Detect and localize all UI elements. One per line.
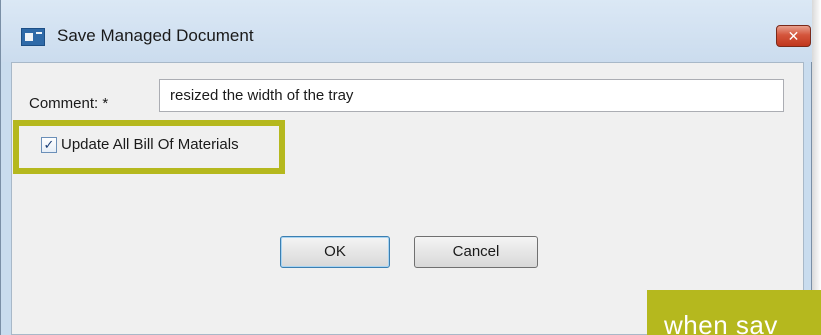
caption-banner: when sav — [647, 290, 821, 335]
comment-label: Comment: * — [29, 95, 109, 112]
application-window-icon — [21, 28, 45, 46]
update-bom-label[interactable]: Update All Bill Of Materials — [61, 136, 239, 153]
save-managed-document-dialog: Save Managed Document ✕ Comment: * resiz… — [0, 0, 812, 335]
title-bar[interactable]: Save Managed Document ✕ — [1, 0, 812, 62]
window-shadow — [812, 0, 821, 335]
comment-input[interactable]: resized the width of the tray — [159, 79, 784, 112]
update-bom-checkbox[interactable]: ✓ — [41, 137, 57, 153]
cancel-button[interactable]: Cancel — [414, 236, 538, 268]
close-icon: ✕ — [787, 28, 800, 44]
caption-text: when sav — [664, 310, 778, 335]
dialog-title: Save Managed Document — [57, 26, 254, 45]
ok-button[interactable]: OK — [280, 236, 390, 268]
checkmark-icon: ✓ — [43, 137, 55, 152]
close-button[interactable]: ✕ — [776, 25, 811, 47]
